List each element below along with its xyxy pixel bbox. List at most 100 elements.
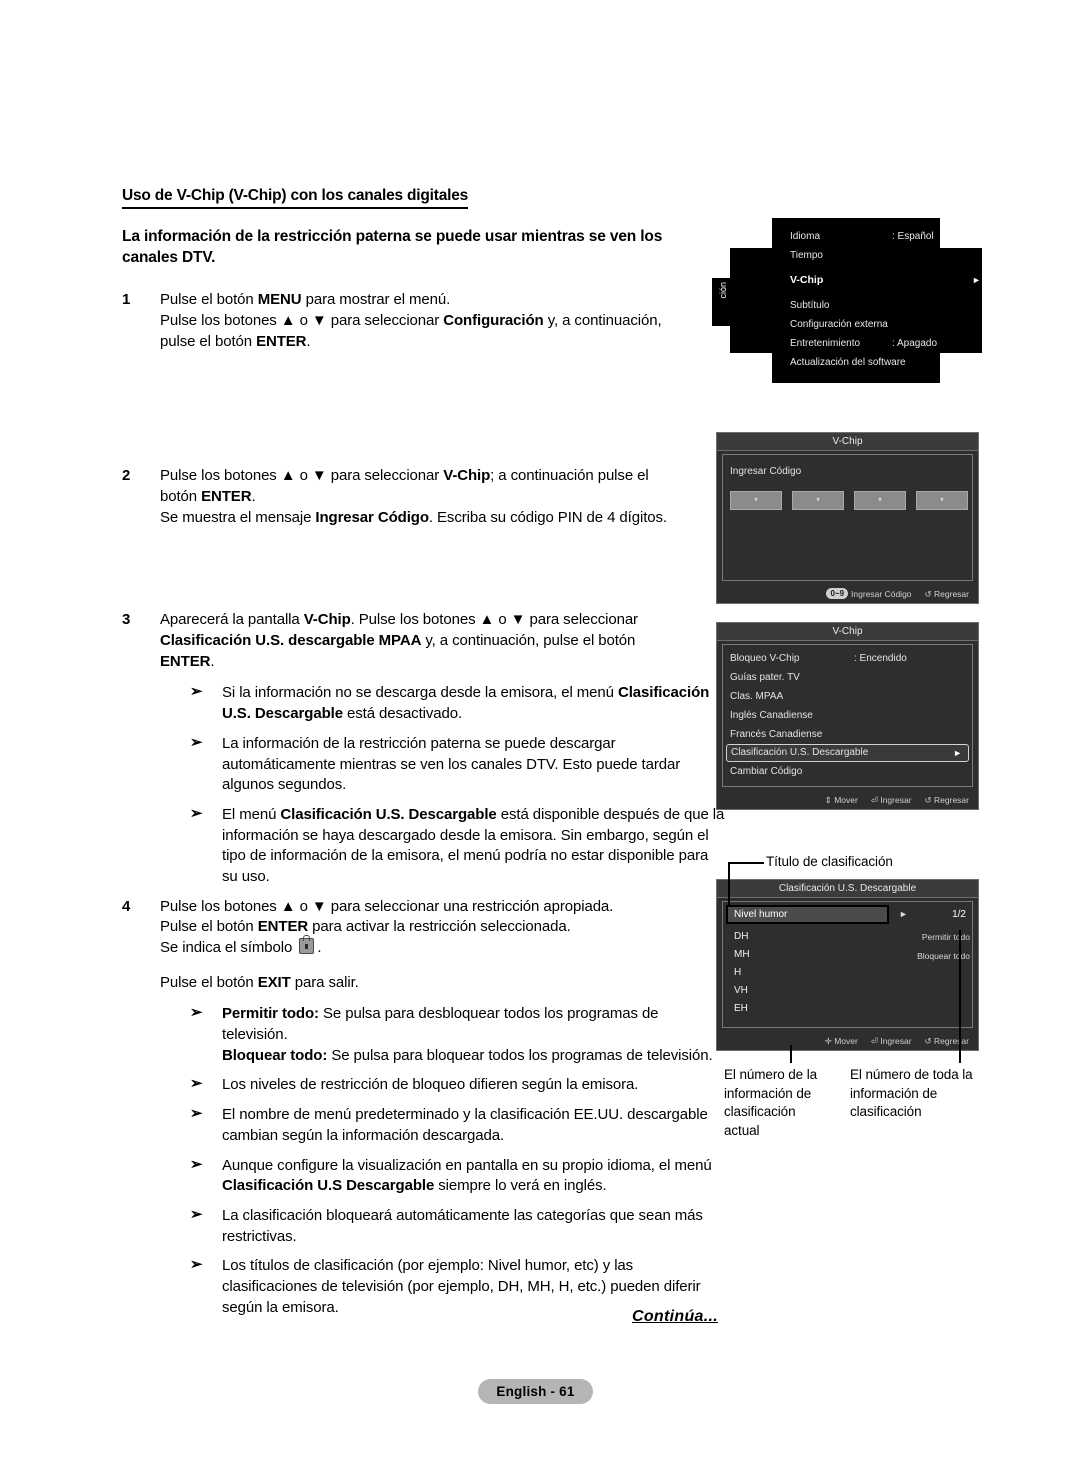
pin-digit-2[interactable]: * bbox=[792, 491, 844, 510]
item-label: Bloqueo V-Chip bbox=[730, 653, 800, 664]
step-1-line-1: Pulse el botón MENU para mostrar el menú… bbox=[160, 291, 451, 309]
hint-back: ↺ Regresar bbox=[925, 585, 969, 603]
bullet-item: ➢ Aunque configure la visualización en p… bbox=[190, 1155, 712, 1195]
move-icon: ✛ bbox=[824, 1036, 832, 1046]
bullet-arrow-icon: ➢ bbox=[190, 1205, 203, 1223]
hint-back: ↺ Regresar bbox=[925, 1032, 969, 1050]
step-4-line-2: Pulse el botón ENTER para activar la res… bbox=[160, 918, 571, 936]
step-2-line-2: Se muestra el mensaje Ingresar Código. E… bbox=[160, 508, 667, 526]
osd-row-config-externa[interactable]: Configuración externa bbox=[790, 315, 980, 334]
osd-pin-title: V-Chip bbox=[717, 433, 978, 451]
osd-setup-menu: ción Idioma : Español Tiempo V-Chip ► Su… bbox=[712, 218, 982, 383]
pin-digit-3[interactable]: * bbox=[854, 491, 906, 510]
osd-vchip-footer: ⇕ Mover ⏎ Ingresar ↺ Regresar bbox=[717, 791, 978, 809]
vchip-item-descargable[interactable]: Clasificación U.S. Descargable ► bbox=[726, 744, 969, 762]
pin-digit-1[interactable]: * bbox=[730, 491, 782, 510]
osd-row-subtitulo[interactable]: Subtítulo bbox=[790, 296, 980, 315]
page-title: Uso de V-Chip (V-Chip) con los canales d… bbox=[122, 186, 468, 210]
rating-action-list: Permitir todo Bloquear todo bbox=[917, 928, 970, 966]
bullet-arrow-icon: ➢ bbox=[190, 683, 203, 701]
back-icon: ↺ bbox=[924, 1036, 932, 1046]
item-label: Guías pater. TV bbox=[730, 672, 800, 683]
osd-row-vchip[interactable]: V-Chip ► bbox=[790, 271, 981, 290]
page-subtitle: La información de la restricción paterna… bbox=[122, 228, 663, 266]
step-1-number: 1 bbox=[122, 291, 131, 309]
hint-label: Mover bbox=[834, 795, 858, 805]
vchip-item-ingles-canadiense[interactable]: Inglés Canadiense bbox=[726, 706, 969, 725]
hint-label: Regresar bbox=[934, 1036, 969, 1046]
bullet-arrow-icon: ➢ bbox=[190, 1155, 203, 1173]
callout-leader-line bbox=[728, 862, 764, 864]
step-1-line-2: Pulse los botones ▲ o ▼ para seleccionar… bbox=[160, 311, 662, 350]
callout-leader-line bbox=[790, 1045, 792, 1063]
rating-code[interactable]: DH bbox=[734, 928, 750, 946]
osd-row-actualizacion[interactable]: Actualización del software bbox=[790, 353, 980, 372]
rating-code[interactable]: VH bbox=[734, 982, 750, 1000]
step-2: 2 Pulse los botones ▲ o ▼ para seleccion… bbox=[122, 466, 722, 528]
step-2-line-1: Pulse los botones ▲ o ▼ para seleccionar… bbox=[160, 467, 649, 506]
callout-leader-line bbox=[728, 905, 744, 907]
osd-row-tiempo[interactable]: Tiempo bbox=[790, 246, 980, 265]
rating-code[interactable]: H bbox=[734, 964, 750, 982]
step-4-line-3: Se indica el símbolo . bbox=[160, 935, 322, 957]
hint-label: Regresar bbox=[934, 589, 969, 599]
osd-row-label: V-Chip bbox=[790, 274, 824, 286]
chevron-right-icon: ► bbox=[899, 909, 908, 919]
step-4-line-1: Pulse los botones ▲ o ▼ para seleccionar… bbox=[160, 897, 614, 915]
item-label: Clas. MPAA bbox=[730, 691, 784, 702]
bullet-item: ➢ El nombre de menú predeterminado y la … bbox=[190, 1105, 708, 1144]
step-1: 1 Pulse el botón MENU para mostrar el me… bbox=[122, 290, 722, 352]
vchip-item-mpaa[interactable]: Clas. MPAA bbox=[726, 687, 969, 706]
vchip-item-guias-tv[interactable]: Guías pater. TV bbox=[726, 668, 969, 687]
enter-icon: ⏎ bbox=[870, 795, 878, 805]
osd-pin-prompt: Ingresar Código bbox=[730, 466, 802, 477]
vchip-item-bloqueo[interactable]: Bloqueo V-Chip : Encendido bbox=[726, 649, 969, 668]
step-3-bullets: ➢ Si la información no se descarga desde… bbox=[160, 683, 765, 887]
step-4-line-4: Pulse el botón EXIT para salir. bbox=[160, 973, 359, 991]
continued-label: Continúa... bbox=[632, 1308, 718, 1325]
hint-enter: ⏎ Ingresar bbox=[871, 1032, 912, 1050]
osd-downloadable-menu: Clasificación U.S. Descargable Nivel hum… bbox=[716, 879, 979, 1051]
vchip-item-cambiar-codigo[interactable]: Cambiar Código bbox=[726, 762, 969, 781]
osd-row-label: Entretenimiento bbox=[790, 338, 861, 349]
bullet-arrow-icon: ➢ bbox=[190, 1256, 203, 1274]
bullet-item: ➢ Permitir todo: Se pulsa para desbloque… bbox=[190, 1004, 713, 1064]
osd-vchip-title: V-Chip bbox=[717, 623, 978, 641]
item-label: Cambiar Código bbox=[730, 766, 803, 777]
osd-row-idioma[interactable]: Idioma : Español bbox=[790, 227, 980, 246]
bullet-arrow-icon: ➢ bbox=[190, 1004, 203, 1022]
osd-row-entretenimiento[interactable]: Entretenimiento : Apagado bbox=[790, 334, 980, 353]
osd-setup-tab-label: ción bbox=[718, 282, 728, 299]
bullet-item: ➢ Los niveles de restricción de bloqueo … bbox=[190, 1075, 639, 1094]
hint-move: ⇕ Mover bbox=[825, 791, 858, 809]
osd-row-label: Tiempo bbox=[790, 250, 823, 261]
bullet-item: ➢ La clasificación bloqueará automáticam… bbox=[190, 1205, 703, 1245]
item-value: : Encendido bbox=[854, 653, 907, 664]
action-permitir-todo[interactable]: Permitir todo bbox=[917, 928, 970, 947]
page-number-badge: English - 61 bbox=[478, 1379, 593, 1404]
callout-leader-line bbox=[959, 930, 961, 1063]
osd-vchip-list: Bloqueo V-Chip : Encendido Guías pater. … bbox=[726, 649, 969, 781]
hint-label: Ingresar bbox=[880, 1036, 912, 1046]
hint-label: Ingresar bbox=[880, 795, 912, 805]
chevron-right-icon: ► bbox=[953, 748, 962, 758]
rating-code[interactable]: EH bbox=[734, 1000, 750, 1018]
item-label: Francés Canadiense bbox=[730, 729, 823, 740]
osd-vchip-menu: V-Chip Bloqueo V-Chip : Encendido Guías … bbox=[716, 622, 979, 810]
pin-digit-4[interactable]: * bbox=[916, 491, 968, 510]
rating-title-selected-row[interactable]: Nivel humor bbox=[726, 905, 889, 924]
step-3-line-1: Aparecerá la pantalla V-Chip. Pulse los … bbox=[160, 611, 638, 670]
bullet-arrow-icon: ➢ bbox=[190, 1075, 203, 1093]
item-label: Clasificación U.S. Descargable bbox=[731, 747, 869, 758]
rating-code[interactable]: MH bbox=[734, 946, 750, 964]
vchip-item-frances-canadiense[interactable]: Francés Canadiense bbox=[726, 725, 969, 744]
hint-enter: ⏎ Ingresar bbox=[871, 791, 912, 809]
action-bloquear-todo[interactable]: Bloquear todo bbox=[917, 947, 970, 966]
pin-input-row[interactable]: * * * * bbox=[730, 491, 968, 510]
osd-downloadable-footer: ✛ Mover ⏎ Ingresar ↺ Regresar bbox=[717, 1032, 978, 1050]
bullet-arrow-icon: ➢ bbox=[190, 804, 203, 822]
step-4: 4 Pulse los botones ▲ o ▼ para seleccion… bbox=[122, 897, 760, 1319]
osd-row-label: Actualización del software bbox=[790, 357, 906, 368]
page-indicator: 1/2 bbox=[952, 909, 966, 920]
bullet-item: ➢ La información de la restricción pater… bbox=[190, 733, 681, 794]
